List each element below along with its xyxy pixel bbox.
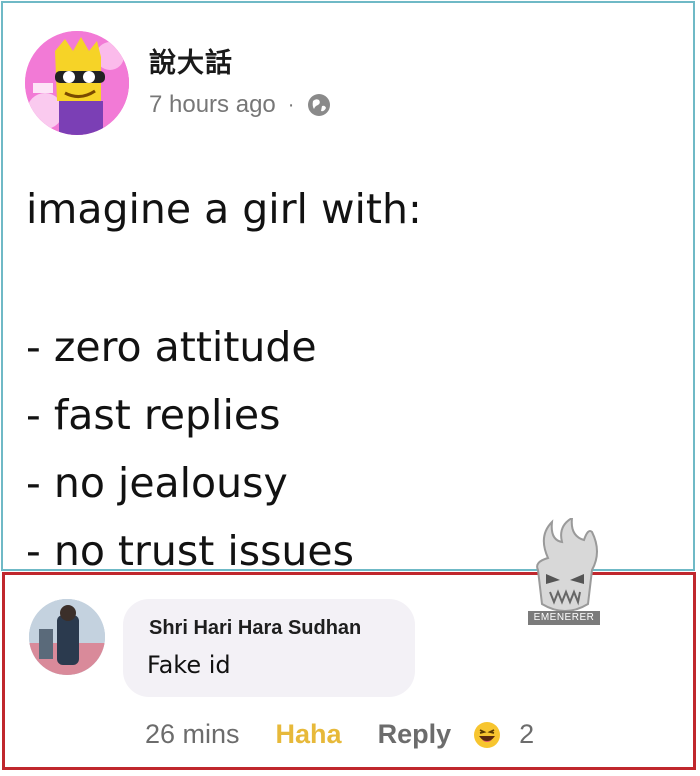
post-line: imagine a girl with:	[26, 185, 422, 233]
commenter-name[interactable]: Shri Hari Hara Sudhan	[149, 617, 361, 640]
haha-reaction-button[interactable]: Haha	[276, 719, 342, 750]
post-line: - fast replies	[26, 391, 281, 439]
author-avatar[interactable]	[25, 31, 129, 135]
reaction-count[interactable]: 2	[519, 719, 534, 750]
reply-button[interactable]: Reply	[378, 719, 452, 750]
post-timestamp[interactable]: 7 hours ago	[149, 91, 276, 119]
meta-separator: ·	[287, 93, 295, 116]
post-author-name[interactable]: 說大話	[149, 41, 233, 80]
post-meta: 7 hours ago ·	[149, 91, 332, 119]
commenter-avatar[interactable]	[29, 599, 105, 675]
comment-actions: 26 mins Haha Reply 2	[145, 719, 534, 750]
comment-bubble: Shri Hari Hara Sudhan Fake id	[123, 599, 415, 697]
post-body: imagine a girl with: - zero attitude - f…	[26, 175, 422, 585]
comment-timestamp[interactable]: 26 mins	[145, 719, 240, 750]
post-line: - zero attitude	[26, 323, 317, 371]
post-card: 說大話 7 hours ago · imagine a girl with: -…	[1, 1, 695, 575]
post-line: - no jealousy	[26, 459, 288, 507]
laughing-emoji-icon[interactable]	[473, 721, 501, 749]
globe-icon	[308, 94, 331, 116]
comment-text: Fake id	[147, 651, 231, 679]
watermark-label: EMENERER	[528, 611, 600, 625]
